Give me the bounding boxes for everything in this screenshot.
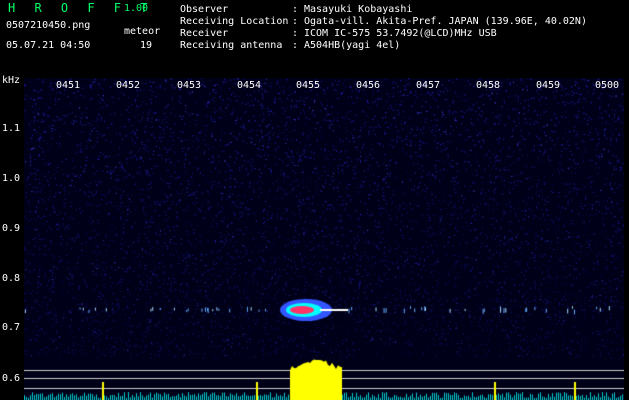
info-receiver-sep: : xyxy=(292,28,299,39)
info-location-sep: : xyxy=(292,16,299,27)
time-tick: 0451 xyxy=(56,80,81,91)
time-tick: 0457 xyxy=(416,80,441,91)
time-tick: 0458 xyxy=(476,80,501,91)
time-tick: 0453 xyxy=(177,80,202,91)
file-name: 0507210450.png xyxy=(6,20,91,31)
time-tick: 0500 xyxy=(595,80,620,91)
info-location-key: Receiving Location xyxy=(180,16,289,27)
meteor-count: 19 xyxy=(140,40,153,51)
time-tick: 0452 xyxy=(116,80,141,91)
date-time: 05.07.21 04:50 xyxy=(6,40,91,51)
meteor-label: meteor xyxy=(124,26,161,37)
freq-tick: 0.8 xyxy=(2,273,21,284)
time-tick: 0456 xyxy=(356,80,381,91)
freq-unit-label: kHz xyxy=(2,75,21,86)
time-tick: 0454 xyxy=(237,80,262,91)
app-version: 1.00 xyxy=(124,3,149,14)
spectrogram-canvas xyxy=(24,78,624,400)
info-antenna-sep: : xyxy=(292,40,299,51)
info-receiver-value: ICOM IC-575 53.7492(@LCD)MHz USB xyxy=(304,28,497,39)
freq-tick: 1.0 xyxy=(2,173,21,184)
info-observer-sep: : xyxy=(292,4,299,15)
time-tick: 0459 xyxy=(536,80,561,91)
time-tick: 0455 xyxy=(296,80,321,91)
freq-tick: 1.1 xyxy=(2,123,21,134)
info-location-value: Ogata-vill. Akita-Pref. JAPAN (139.96E, … xyxy=(304,16,587,27)
info-antenna-key: Receiving antenna xyxy=(180,40,283,51)
info-observer-value: Masayuki Kobayashi xyxy=(304,4,413,15)
freq-tick: 0.6 xyxy=(2,373,21,384)
info-receiver-key: Receiver xyxy=(180,28,229,39)
info-observer-key: Observer xyxy=(180,4,229,15)
info-antenna-value: A504HB(yagi 4el) xyxy=(304,40,401,51)
freq-tick: 0.9 xyxy=(2,223,21,234)
freq-tick: 0.7 xyxy=(2,322,21,333)
